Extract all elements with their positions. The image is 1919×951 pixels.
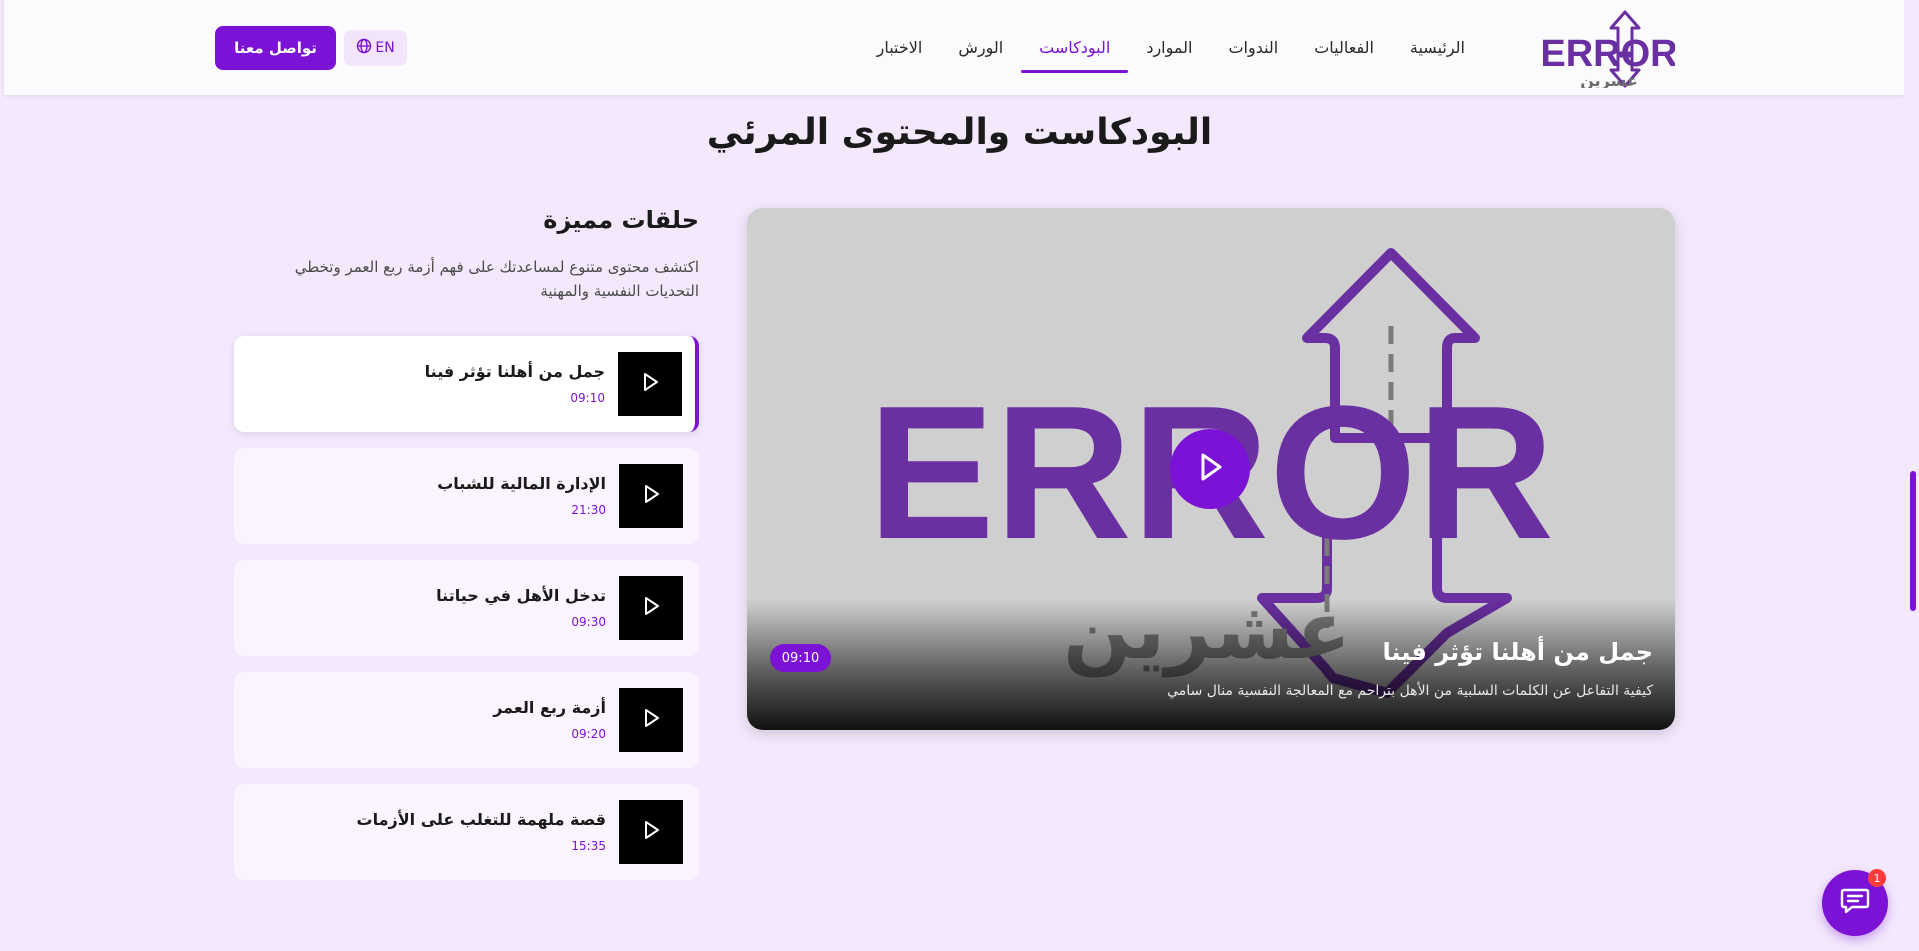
episode-title: الإدارة المالية للشباب [437, 474, 606, 493]
play-button[interactable] [1170, 429, 1250, 509]
globe-icon [356, 38, 372, 58]
episode-thumbnail [619, 576, 683, 640]
episode-duration: 09:20 [571, 727, 606, 741]
video-title: جمل من أهلنا تؤثر فينا [1382, 638, 1653, 666]
featured-heading: حلقات مميزة [543, 206, 699, 234]
chat-icon [1840, 887, 1870, 919]
play-icon [640, 483, 662, 509]
chat-notification-badge: 1 [1868, 869, 1886, 887]
page-title: البودكاست والمحتوى المرئي [706, 112, 1213, 153]
scrollbar-thumb[interactable] [1910, 471, 1916, 611]
video-description: كيفية التفاعل عن الكلمات السلبية من الأه… [1167, 683, 1653, 699]
logo-wordmark: ERROR [1543, 33, 1675, 75]
site-logo[interactable]: ERROR عشرين [1540, 8, 1678, 90]
language-label: EN [375, 40, 395, 56]
play-icon [1193, 450, 1227, 488]
nav-label: الرئيسية [1409, 38, 1465, 57]
episode-thumbnail [619, 464, 683, 528]
contact-us-button[interactable]: تواصل معنا [215, 26, 336, 70]
episode-title: جمل من أهلنا تؤثر فينا [424, 362, 605, 381]
episode-item[interactable]: تدخل الأهل في حياتنا 09:30 [234, 560, 699, 656]
nav-home[interactable]: الرئيسية [1392, 0, 1483, 95]
play-icon [640, 819, 662, 845]
nav-podcast[interactable]: البودكاست [1021, 0, 1129, 95]
episode-item[interactable]: قصة ملهمة للتغلب على الأزمات 15:35 [234, 784, 699, 880]
episode-duration: 15:35 [571, 839, 606, 853]
nav-seminars[interactable]: الندوات [1210, 0, 1296, 95]
episode-duration: 09:30 [571, 615, 606, 629]
episode-item[interactable]: جمل من أهلنا تؤثر فينا 09:10 [234, 336, 699, 432]
episode-list: جمل من أهلنا تؤثر فينا 09:10 الإدارة الم… [234, 336, 699, 896]
episode-item[interactable]: أزمة ربع العمر 09:20 [234, 672, 699, 768]
episode-duration: 21:30 [571, 503, 606, 517]
logo-subtext: عشرين [1580, 71, 1638, 88]
episode-thumbnail [619, 800, 683, 864]
nav-label: الورش [958, 38, 1004, 57]
nav-resources[interactable]: الموارد [1128, 0, 1210, 95]
episode-title: قصة ملهمة للتغلب على الأزمات [356, 810, 606, 829]
play-icon [639, 371, 661, 397]
nav-events[interactable]: الفعاليات [1296, 0, 1392, 95]
episode-duration: 09:10 [570, 391, 605, 405]
nav-label: الفعاليات [1314, 38, 1374, 57]
nav-label: الاختبار [876, 38, 923, 57]
play-icon [640, 595, 662, 621]
nav-label: البودكاست [1039, 38, 1111, 57]
chat-button[interactable]: 1 [1822, 869, 1888, 936]
nav-test[interactable]: الاختبار [859, 0, 941, 95]
nav-workshops[interactable]: الورش [940, 0, 1021, 95]
play-icon [640, 707, 662, 733]
main-nav: الرئيسية الفعاليات الندوات الموارد البود… [859, 0, 1483, 95]
site-header: ERROR عشرين الرئيسية الفعاليات الندوات ا… [4, 0, 1904, 95]
episode-title: أزمة ربع العمر [493, 698, 606, 717]
video-player[interactable]: ERROR عشرين جمل من أهلنا تؤثر فينا كيفية… [747, 208, 1675, 730]
episode-title: تدخل الأهل في حياتنا [436, 586, 606, 605]
nav-label: الموارد [1146, 38, 1193, 57]
language-toggle-button[interactable]: EN [344, 30, 407, 66]
nav-label: الندوات [1228, 38, 1279, 57]
video-duration-badge: 09:10 [770, 644, 831, 672]
episode-thumbnail [618, 352, 682, 416]
page-scrollbar[interactable] [1904, 0, 1919, 951]
featured-description: اكتشف محتوى متنوع لمساعدتك على فهم أزمة … [294, 258, 699, 300]
episode-item[interactable]: الإدارة المالية للشباب 21:30 [234, 448, 699, 544]
episode-thumbnail [619, 688, 683, 752]
